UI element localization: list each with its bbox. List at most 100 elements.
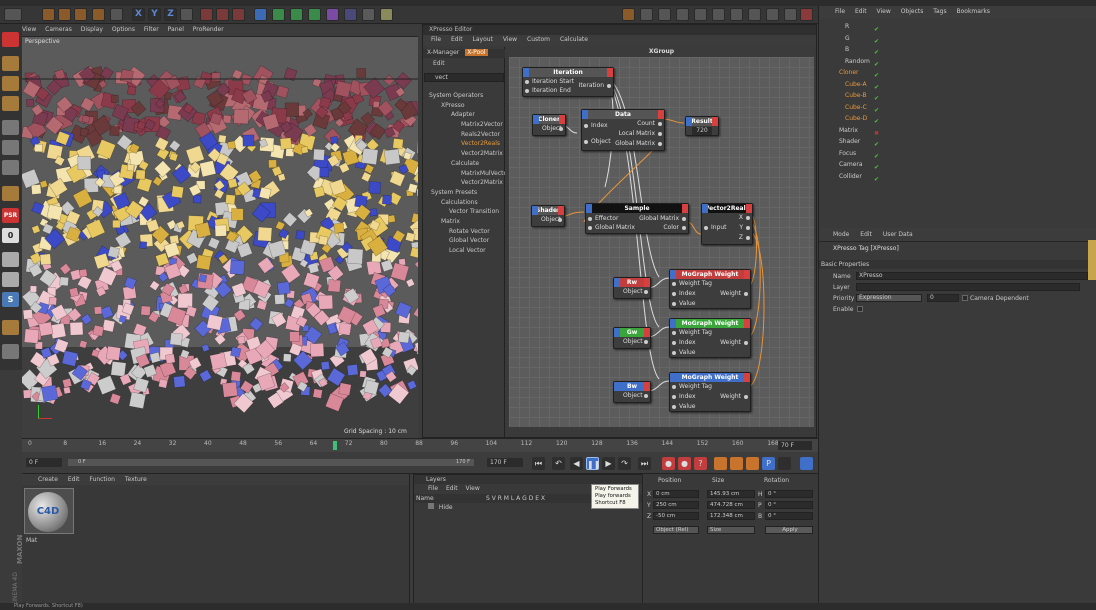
iteration-node[interactable]: Iteration Iteration Start Iteration End … [522, 67, 614, 97]
mat-menu-edit[interactable]: Edit [68, 476, 80, 483]
vp-menu-view[interactable]: View [22, 26, 36, 33]
vp-menu-filter[interactable]: Filter [144, 26, 159, 33]
coordinate-system-button[interactable] [180, 8, 193, 21]
object-mode-icon[interactable] [2, 76, 19, 91]
play-forwards-button[interactable]: ❚❚ [586, 457, 600, 470]
go-to-start-button[interactable]: ⏮ [532, 457, 545, 470]
rotation-h-field[interactable]: 0 ° [765, 490, 813, 498]
tree-item[interactable]: Reals2Vector [423, 130, 505, 140]
canvas-scrollbar[interactable] [509, 427, 814, 437]
material-name[interactable]: Mat [26, 537, 37, 544]
mat-menu-create[interactable]: Create [38, 476, 58, 483]
vp-menu-options[interactable]: Options [112, 26, 135, 33]
bw-node[interactable]: Bw Object [613, 381, 651, 403]
layers-menu-view[interactable]: View [466, 485, 480, 492]
section-tab-basic[interactable]: Basic Properties [819, 260, 1089, 269]
deformer-button[interactable] [326, 8, 339, 21]
rw-node[interactable]: Rw Object [613, 277, 651, 299]
render-settings-button[interactable] [232, 8, 245, 21]
port-data-local-matrix[interactable]: Local Matrix [610, 129, 664, 139]
port-shader-object[interactable]: Object [532, 215, 564, 225]
rotation-b-field[interactable]: 0 ° [765, 512, 813, 520]
object-row-camera[interactable]: Camera ✔ [819, 159, 1096, 171]
port-mg3-index[interactable]: Index [670, 392, 705, 402]
rotate-tool-button[interactable] [74, 8, 87, 21]
priority-number[interactable]: 0 [927, 294, 959, 302]
keyframe-selection-button[interactable]: ? [694, 457, 707, 470]
autokey-button[interactable]: ● [678, 457, 691, 470]
tree-item[interactable]: Rotate Vector [423, 227, 505, 237]
port-sample-color[interactable]: Color [654, 223, 688, 233]
camera-dependent-checkbox[interactable] [962, 295, 968, 301]
xe-menu-view[interactable]: View [503, 36, 517, 43]
port-rw-object[interactable]: Object [614, 287, 650, 297]
record-button[interactable]: ● [662, 457, 675, 470]
object-row-r[interactable]: R ✔ [819, 21, 1096, 33]
port-mg1-weight[interactable]: Weight [711, 289, 750, 299]
tree-item[interactable]: Matrix [423, 217, 505, 227]
timeline-ruler[interactable]: 0 8 16 24 32 40 48 56 64 72 80 88 96 104 112 120 128 136 1… [22, 438, 818, 452]
tree-item[interactable]: Calculations [423, 198, 505, 208]
port-data-count[interactable]: Count [628, 119, 664, 129]
tab-x-pool[interactable]: X-Pool [465, 49, 488, 56]
rotation-key-button[interactable] [746, 457, 759, 470]
lock-workplane-icon[interactable] [2, 344, 19, 359]
port-data-global-matrix[interactable]: Global Matrix [606, 139, 664, 149]
next-frame-button[interactable]: ▶ [602, 457, 615, 470]
size-x-field[interactable]: 145.93 cm [707, 490, 755, 498]
result-node[interactable]: Result 720 [685, 116, 719, 136]
rotation-p-field[interactable]: 0 ° [765, 501, 813, 509]
vp-menu-panel[interactable]: Panel [168, 26, 184, 33]
layout-button-3[interactable] [712, 8, 725, 21]
edges-mode-icon[interactable] [2, 140, 19, 155]
texture-mode-icon[interactable] [2, 96, 19, 111]
port-bw-object[interactable]: Object [614, 391, 650, 401]
parameter-key-button[interactable]: P [762, 457, 775, 470]
workplane-button[interactable] [640, 8, 653, 21]
layers-menu-file[interactable]: File [428, 485, 438, 492]
tree-item[interactable]: Vector2Matrix [423, 178, 505, 188]
paint-icon[interactable] [2, 320, 19, 335]
tree-item[interactable]: Vector Transition [423, 207, 505, 217]
psr-icon[interactable]: PSR [2, 208, 19, 223]
layout-button-7[interactable] [784, 8, 797, 21]
object-row-b[interactable]: B ✔ [819, 44, 1096, 56]
am-menu-edit[interactable]: Edit [860, 231, 872, 238]
array-button[interactable] [308, 8, 321, 21]
port-mg3-weight[interactable]: Weight [711, 392, 750, 402]
x-axis-lock-button[interactable]: X [132, 8, 145, 21]
object-row-shader[interactable]: Shader ✔ [819, 136, 1096, 148]
scale-tool-button[interactable] [58, 8, 71, 21]
size-mode-dropdown[interactable]: Size [707, 526, 755, 534]
port-gw-object[interactable]: Object [614, 337, 650, 347]
port-mg1-index[interactable]: Index [670, 289, 705, 299]
range-slider[interactable]: 0 F 170 F [68, 459, 474, 466]
size-y-field[interactable]: 474.728 cm [707, 501, 755, 509]
pla-key-button[interactable] [778, 457, 791, 470]
object-row-collider[interactable]: Collider ✔ [819, 171, 1096, 183]
position-z-field[interactable]: -50 cm [653, 512, 699, 520]
layout-button-4[interactable] [730, 8, 743, 21]
vector2reals-node[interactable]: Vector2Reals Input X Y Z [701, 203, 753, 245]
tree-item[interactable]: Local Vector [423, 246, 505, 256]
vp-menu-display[interactable]: Display [81, 26, 103, 33]
am-menu-mode[interactable]: Mode [833, 231, 849, 238]
om-menu-objects[interactable]: Objects [901, 8, 924, 15]
material-swatch[interactable]: C4D [24, 488, 74, 534]
object-row-cube-a[interactable]: Cube-A ✔ [819, 79, 1096, 91]
start-frame-field[interactable]: 0 F [26, 458, 62, 467]
port-v2r-z[interactable]: Z [730, 233, 752, 243]
port-mg3-weight-tag[interactable]: Weight Tag [670, 382, 721, 392]
name-field[interactable]: XPresso [856, 272, 1088, 280]
port-iteration-out[interactable]: Iteration [570, 81, 613, 91]
object-row-random[interactable]: Random ✔ [819, 56, 1096, 68]
scale-key-button[interactable] [730, 457, 743, 470]
layout-button-1[interactable] [676, 8, 689, 21]
tree-item[interactable]: XPresso [423, 101, 505, 111]
object-row-matrix[interactable]: Matrix ✖ [819, 125, 1096, 137]
port-mg2-weight-tag[interactable]: Weight Tag [670, 328, 721, 338]
object-row-cloner[interactable]: Cloner ✔ [819, 67, 1096, 79]
select-tool-button[interactable] [110, 8, 123, 21]
layers-menu-edit[interactable]: Edit [446, 485, 458, 492]
port-v2r-y[interactable]: Y [730, 223, 752, 233]
